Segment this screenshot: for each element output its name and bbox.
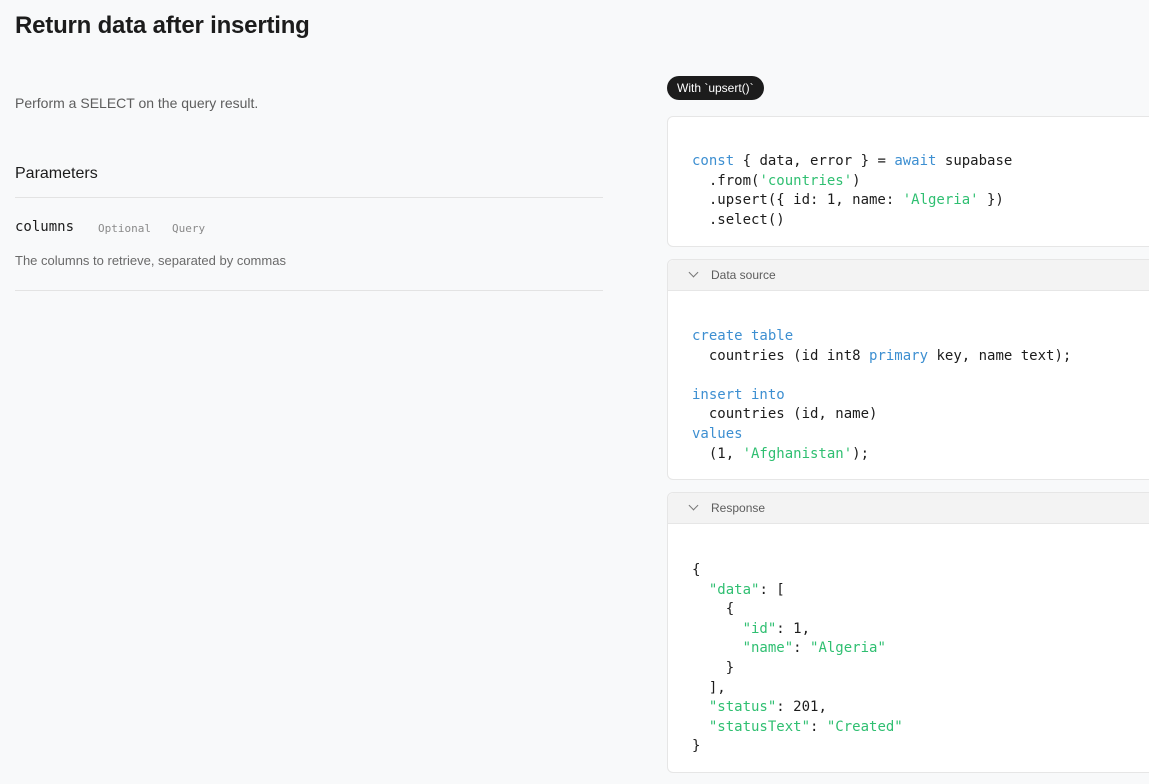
- code-text: ],: [692, 679, 726, 696]
- example-tab-upsert[interactable]: With `upsert()`: [667, 76, 764, 100]
- code-text: .from(: [692, 172, 760, 189]
- code-text: : 1,: [776, 620, 811, 637]
- code-string: "data": [708, 581, 760, 598]
- code-string: "Algeria": [810, 640, 886, 657]
- example-code-panel: const { data, error } = await supabase .…: [667, 116, 1149, 247]
- code-text: .select(): [692, 211, 785, 228]
- code-text: countries (id int8: [692, 347, 870, 364]
- response-label: Response: [711, 501, 766, 515]
- data-source-panel: Data source create table countries (id i…: [667, 259, 1149, 480]
- code-text: :: [810, 718, 827, 735]
- code-text: countries (id, name): [692, 406, 878, 423]
- code-text: { data, error } =: [734, 153, 895, 169]
- code-text: (1,: [692, 445, 743, 462]
- code-string: "status": [708, 699, 777, 716]
- code-text: {: [692, 601, 735, 618]
- data-source-label: Data source: [711, 268, 776, 282]
- code-keyword: create table: [692, 328, 794, 344]
- code-text: }: [692, 738, 701, 755]
- parameter-description: The columns to retrieve, separated by co…: [15, 253, 286, 268]
- chevron-down-icon: [688, 500, 699, 511]
- parameter-required-tag: Optional: [98, 222, 151, 235]
- code-string: 'countries': [759, 172, 853, 189]
- parameters-divider: [15, 197, 603, 198]
- chevron-down-icon: [688, 267, 699, 278]
- code-text: key, name text);: [928, 347, 1072, 364]
- parameter-divider: [15, 290, 603, 291]
- code-text: }): [978, 192, 1004, 209]
- code-text: );: [852, 445, 870, 462]
- data-source-toggle[interactable]: Data source: [668, 260, 1149, 291]
- code-text: }: [692, 659, 735, 676]
- code-keyword: insert into: [692, 386, 785, 403]
- code-text: supabase: [936, 153, 1013, 169]
- parameters-heading: Parameters: [15, 165, 98, 182]
- code-text: :: [793, 640, 811, 657]
- code-text: : [: [759, 581, 785, 598]
- docs-page: Return data after inserting Perform a SE…: [0, 0, 1149, 784]
- code-string: "statusText": [708, 718, 811, 735]
- parameter-type-tag: Query: [172, 222, 206, 235]
- page-title: Return data after inserting: [15, 12, 310, 39]
- example-code-block[interactable]: const { data, error } = await supabase .…: [668, 117, 1149, 230]
- code-keyword: values: [692, 425, 743, 442]
- response-code-block[interactable]: { "data": [ { "id": 1, "name": "Algeria"…: [668, 524, 1149, 757]
- response-panel: Response { "data": [ { "id": 1, "name": …: [667, 492, 1149, 773]
- code-keyword: primary: [869, 347, 929, 364]
- code-string: "name": [742, 640, 794, 657]
- code-text: ): [852, 172, 861, 189]
- code-string: "id": [742, 620, 777, 637]
- code-text: .upsert({ id: 1, name:: [692, 192, 903, 209]
- page-description: Perform a SELECT on the query result.: [15, 95, 259, 111]
- parameter-name: columns: [15, 219, 75, 235]
- code-string: "Created": [826, 718, 903, 735]
- code-text: {: [692, 562, 701, 578]
- data-source-code-block[interactable]: create table countries (id int8 primary …: [668, 291, 1149, 464]
- code-text: : 201,: [776, 699, 827, 716]
- response-toggle[interactable]: Response: [668, 493, 1149, 524]
- code-string: 'Algeria': [902, 192, 979, 209]
- code-string: 'Afghanistan': [742, 445, 853, 462]
- code-keyword: await: [894, 153, 937, 169]
- code-keyword: const: [692, 153, 735, 169]
